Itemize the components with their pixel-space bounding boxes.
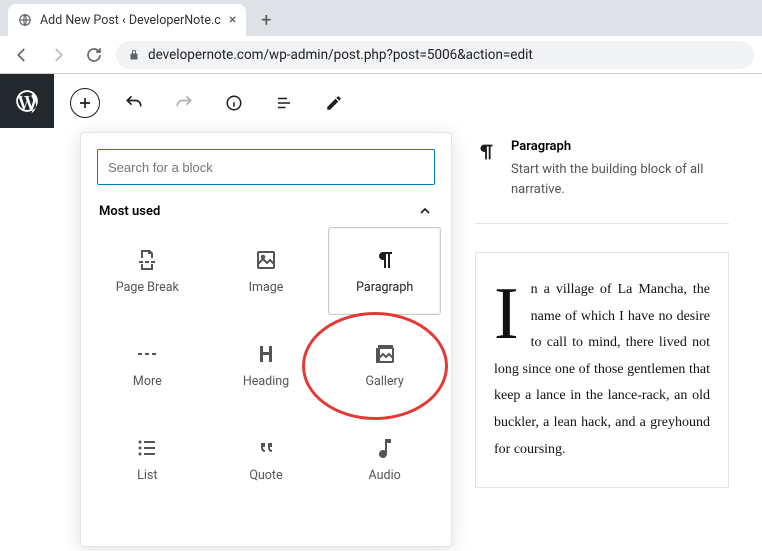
heading-icon — [254, 342, 278, 366]
block-info-description: Start with the building block of all nar… — [511, 160, 729, 199]
browser-tab-bar: Add New Post ‹ DeveloperNote.c × + — [0, 0, 762, 36]
wordpress-logo-icon — [14, 88, 40, 114]
browser-address-bar: developernote.com/wp-admin/post.php?post… — [0, 36, 762, 74]
block-item-heading[interactable]: Heading — [210, 321, 323, 409]
browser-tab-title: Add New Post ‹ DeveloperNote.c — [40, 13, 221, 28]
pilcrow-icon — [475, 141, 497, 163]
block-item-label: Image — [249, 280, 284, 295]
blocks-scroll-area[interactable]: Page Break Image Paragraph More Heading Galle… — [81, 227, 451, 537]
section-label: Most used — [99, 204, 160, 219]
block-item-label: List — [137, 468, 157, 483]
add-block-button[interactable] — [70, 88, 100, 118]
new-tab-button[interactable]: + — [252, 6, 280, 34]
page-break-icon — [135, 248, 159, 272]
dropcap: I — [494, 277, 531, 346]
undo-button[interactable] — [118, 87, 150, 119]
back-button[interactable] — [8, 41, 36, 69]
block-info-title: Paragraph — [511, 139, 729, 154]
quote-icon — [254, 436, 278, 460]
globe-icon — [18, 13, 32, 27]
gallery-icon — [373, 342, 397, 366]
more-icon — [135, 342, 159, 366]
close-icon[interactable]: × — [229, 12, 236, 28]
block-item-page-break[interactable]: Page Break — [91, 227, 204, 315]
block-inserter-panel: Most used Page Break Image Paragraph More He… — [80, 132, 452, 547]
block-item-more[interactable]: More — [91, 321, 204, 409]
reload-button[interactable] — [80, 41, 108, 69]
block-item-label: Quote — [249, 468, 282, 483]
block-item-list[interactable]: List — [91, 415, 204, 503]
block-item-label: Audio — [369, 468, 401, 483]
pilcrow-icon — [373, 248, 397, 272]
block-preview: In a village of La Mancha, the name of w… — [475, 252, 729, 488]
block-item-image[interactable]: Image — [210, 227, 323, 315]
block-item-label: More — [133, 374, 162, 389]
block-item-paragraph[interactable]: Paragraph — [328, 227, 441, 315]
block-item-label: Heading — [243, 374, 289, 389]
editor-toolbar — [70, 87, 350, 119]
block-item-label: Paragraph — [356, 280, 413, 295]
chevron-up-icon — [417, 203, 433, 219]
block-item-label: Page Break — [116, 280, 179, 295]
url-text: developernote.com/wp-admin/post.php?post… — [148, 47, 533, 63]
image-icon — [254, 248, 278, 272]
block-item-quote[interactable]: Quote — [210, 415, 323, 503]
redo-button[interactable] — [168, 87, 200, 119]
edit-button[interactable] — [318, 87, 350, 119]
list-icon — [135, 436, 159, 460]
search-input[interactable] — [97, 149, 435, 185]
browser-tab[interactable]: Add New Post ‹ DeveloperNote.c × — [8, 4, 246, 36]
block-info: Paragraph Start with the building block … — [475, 139, 729, 224]
block-item-audio[interactable]: Audio — [328, 415, 441, 503]
address-bar[interactable]: developernote.com/wp-admin/post.php?post… — [116, 41, 754, 69]
section-most-used[interactable]: Most used — [81, 197, 451, 227]
block-item-label: Gallery — [366, 374, 404, 389]
lock-icon — [128, 49, 140, 61]
audio-icon — [373, 436, 397, 460]
info-button[interactable] — [218, 87, 250, 119]
block-item-gallery[interactable]: Gallery — [328, 321, 441, 409]
forward-button[interactable] — [44, 41, 72, 69]
wordpress-logo-button[interactable] — [0, 74, 54, 128]
outline-button[interactable] — [268, 87, 300, 119]
